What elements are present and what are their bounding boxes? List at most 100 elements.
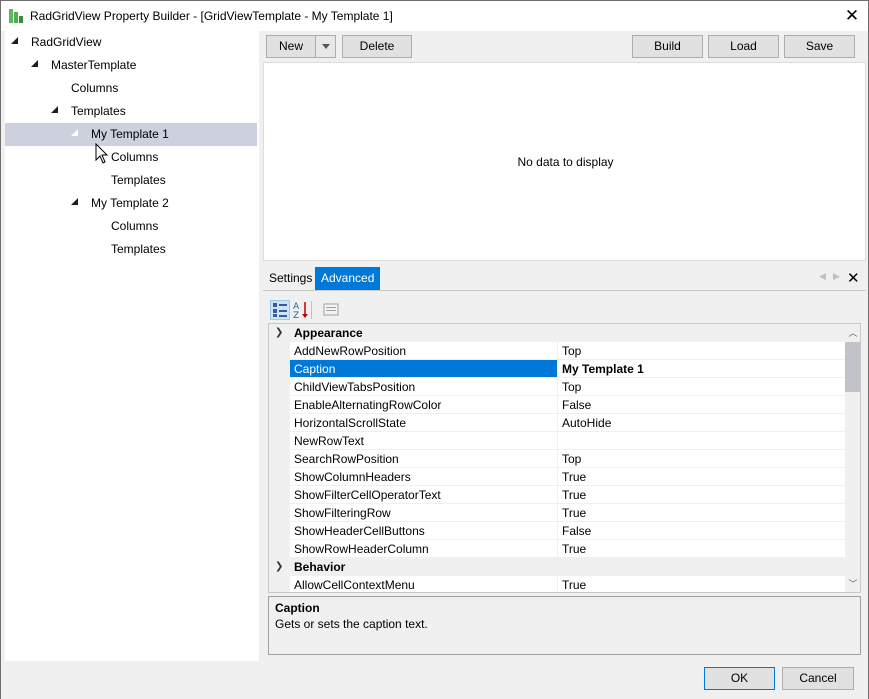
tree-item-templates[interactable]: Templates xyxy=(5,100,257,123)
cancel-button[interactable]: Cancel xyxy=(782,667,854,690)
property-row[interactable]: ShowFilteringRow True xyxy=(269,504,845,522)
property-name: NewRowText xyxy=(290,432,557,450)
tree-item-label: Columns xyxy=(71,81,119,95)
radgridview-app-icon xyxy=(9,9,23,23)
expand-icon[interactable] xyxy=(71,129,78,136)
property-row[interactable]: EnableAlternatingRowColor False xyxy=(269,396,845,414)
property-row-caption[interactable]: Caption My Template 1 xyxy=(269,360,845,378)
property-name: ShowRowHeaderColumn xyxy=(290,540,557,558)
property-row[interactable]: AddNewRowPosition Top xyxy=(269,342,845,360)
property-value[interactable]: Top xyxy=(557,378,845,396)
property-row[interactable]: SearchRowPosition Top xyxy=(269,450,845,468)
close-icon[interactable]: ✕ xyxy=(840,5,864,27)
tree-item-columns[interactable]: Columns xyxy=(5,77,257,100)
delete-button[interactable]: Delete xyxy=(342,35,412,58)
vertical-scrollbar[interactable]: ︿ ﹀ xyxy=(845,324,860,592)
scrollbar-thumb[interactable] xyxy=(845,342,860,392)
delete-button-label: Delete xyxy=(359,39,395,53)
expand-icon[interactable] xyxy=(11,37,18,44)
tree-item-columns[interactable]: Columns xyxy=(5,146,257,169)
property-row[interactable]: ChildViewTabsPosition Top xyxy=(269,378,845,396)
tree-item-templates[interactable]: Templates xyxy=(5,169,257,192)
tree-item-label: Templates xyxy=(111,173,166,187)
property-value[interactable]: True xyxy=(557,486,845,504)
property-pages-icon[interactable] xyxy=(322,300,342,320)
property-value[interactable]: True xyxy=(557,504,845,522)
collapse-icon[interactable]: ❯ xyxy=(275,561,283,572)
property-grid[interactable]: ❯ Appearance AddNewRowPosition Top Capti… xyxy=(268,323,861,593)
expand-icon[interactable] xyxy=(51,106,58,113)
tab-settings[interactable]: Settings xyxy=(263,267,318,290)
tree-item-mastertemplate[interactable]: MasterTemplate xyxy=(5,54,257,77)
scroll-up-icon[interactable]: ︿ xyxy=(845,325,860,341)
category-appearance[interactable]: ❯ Appearance xyxy=(269,324,845,342)
tab-divider xyxy=(263,290,866,291)
tree-item-label: My Template 1 xyxy=(91,127,169,141)
ok-button-label: OK xyxy=(730,671,749,685)
scroll-down-icon[interactable]: ﹀ xyxy=(845,576,860,592)
property-grid-toolbar: A Z xyxy=(268,298,861,323)
tree-item-label: MasterTemplate xyxy=(51,58,137,72)
property-row[interactable]: ShowRowHeaderColumn True xyxy=(269,540,845,558)
tree-item-label: Columns xyxy=(111,150,159,164)
close-tab-icon[interactable]: ✕ xyxy=(847,269,860,287)
save-button-label: Save xyxy=(805,39,834,53)
property-row[interactable]: HorizontalScrollState AutoHide xyxy=(269,414,845,432)
load-button[interactable]: Load xyxy=(708,35,779,58)
category-label: Appearance xyxy=(294,326,363,340)
property-row[interactable]: AllowCellContextMenu True xyxy=(269,576,845,592)
property-value[interactable]: False xyxy=(557,522,845,540)
row-gutter xyxy=(269,468,290,486)
tree-item-label: Templates xyxy=(111,242,166,256)
property-row[interactable]: ShowColumnHeaders True xyxy=(269,468,845,486)
property-value[interactable]: AutoHide xyxy=(557,414,845,432)
alphabetical-sort-icon[interactable]: A Z xyxy=(292,300,312,321)
expand-icon[interactable] xyxy=(31,60,38,67)
property-value[interactable]: Top xyxy=(557,342,845,360)
chevron-down-icon[interactable] xyxy=(315,36,335,57)
row-gutter xyxy=(269,522,290,540)
row-gutter xyxy=(269,378,290,396)
ok-button[interactable]: OK xyxy=(704,667,775,690)
property-value[interactable]: False xyxy=(557,396,845,414)
help-title: Caption xyxy=(275,601,320,615)
tree-item-label: My Template 2 xyxy=(91,196,169,210)
row-gutter xyxy=(269,486,290,504)
property-value[interactable] xyxy=(557,432,845,450)
property-value[interactable]: True xyxy=(557,576,845,592)
categorized-view-icon[interactable] xyxy=(270,300,290,320)
tab-scroll-left-icon[interactable]: ◀ xyxy=(819,271,826,282)
property-row[interactable]: ShowFilterCellOperatorText True xyxy=(269,486,845,504)
property-name: HorizontalScrollState xyxy=(290,414,557,432)
property-value[interactable]: Top xyxy=(557,450,845,468)
property-value[interactable]: True xyxy=(557,468,845,486)
collapse-icon[interactable]: ❯ xyxy=(275,327,283,338)
row-gutter xyxy=(269,396,290,414)
property-value[interactable]: My Template 1 xyxy=(557,360,845,378)
row-gutter xyxy=(269,342,290,360)
tree-item-templates[interactable]: Templates xyxy=(5,238,257,261)
property-value[interactable]: True xyxy=(557,540,845,558)
help-description: Gets or sets the caption text. xyxy=(275,617,428,631)
property-name: ShowHeaderCellButtons xyxy=(290,522,557,540)
tree-item-my-template-2[interactable]: My Template 2 xyxy=(5,192,257,215)
tree-item-my-template-1[interactable]: My Template 1 xyxy=(5,123,257,146)
build-button[interactable]: Build xyxy=(632,35,703,58)
new-button[interactable]: New xyxy=(266,35,336,58)
save-button[interactable]: Save xyxy=(784,35,855,58)
tree-item-columns[interactable]: Columns xyxy=(5,215,257,238)
tree-item-label: Columns xyxy=(111,219,159,233)
expand-icon[interactable] xyxy=(71,198,78,205)
mouse-cursor-icon xyxy=(95,143,109,164)
property-row[interactable]: NewRowText xyxy=(269,432,845,450)
template-tree[interactable]: RadGridView MasterTemplate Columns Templ… xyxy=(5,31,259,661)
cancel-button-label: Cancel xyxy=(799,671,837,685)
tree-item-label: RadGridView xyxy=(31,35,102,49)
property-row[interactable]: ShowHeaderCellButtons False xyxy=(269,522,845,540)
tab-scroll-right-icon[interactable]: ▶ xyxy=(833,271,840,282)
title-bar: RadGridView Property Builder - [GridView… xyxy=(1,1,868,31)
tab-advanced[interactable]: Advanced xyxy=(315,267,381,290)
tree-item-radgridview[interactable]: RadGridView xyxy=(5,31,257,54)
grid-preview[interactable]: No data to display xyxy=(263,62,866,261)
category-behavior[interactable]: ❯ Behavior xyxy=(269,558,845,576)
